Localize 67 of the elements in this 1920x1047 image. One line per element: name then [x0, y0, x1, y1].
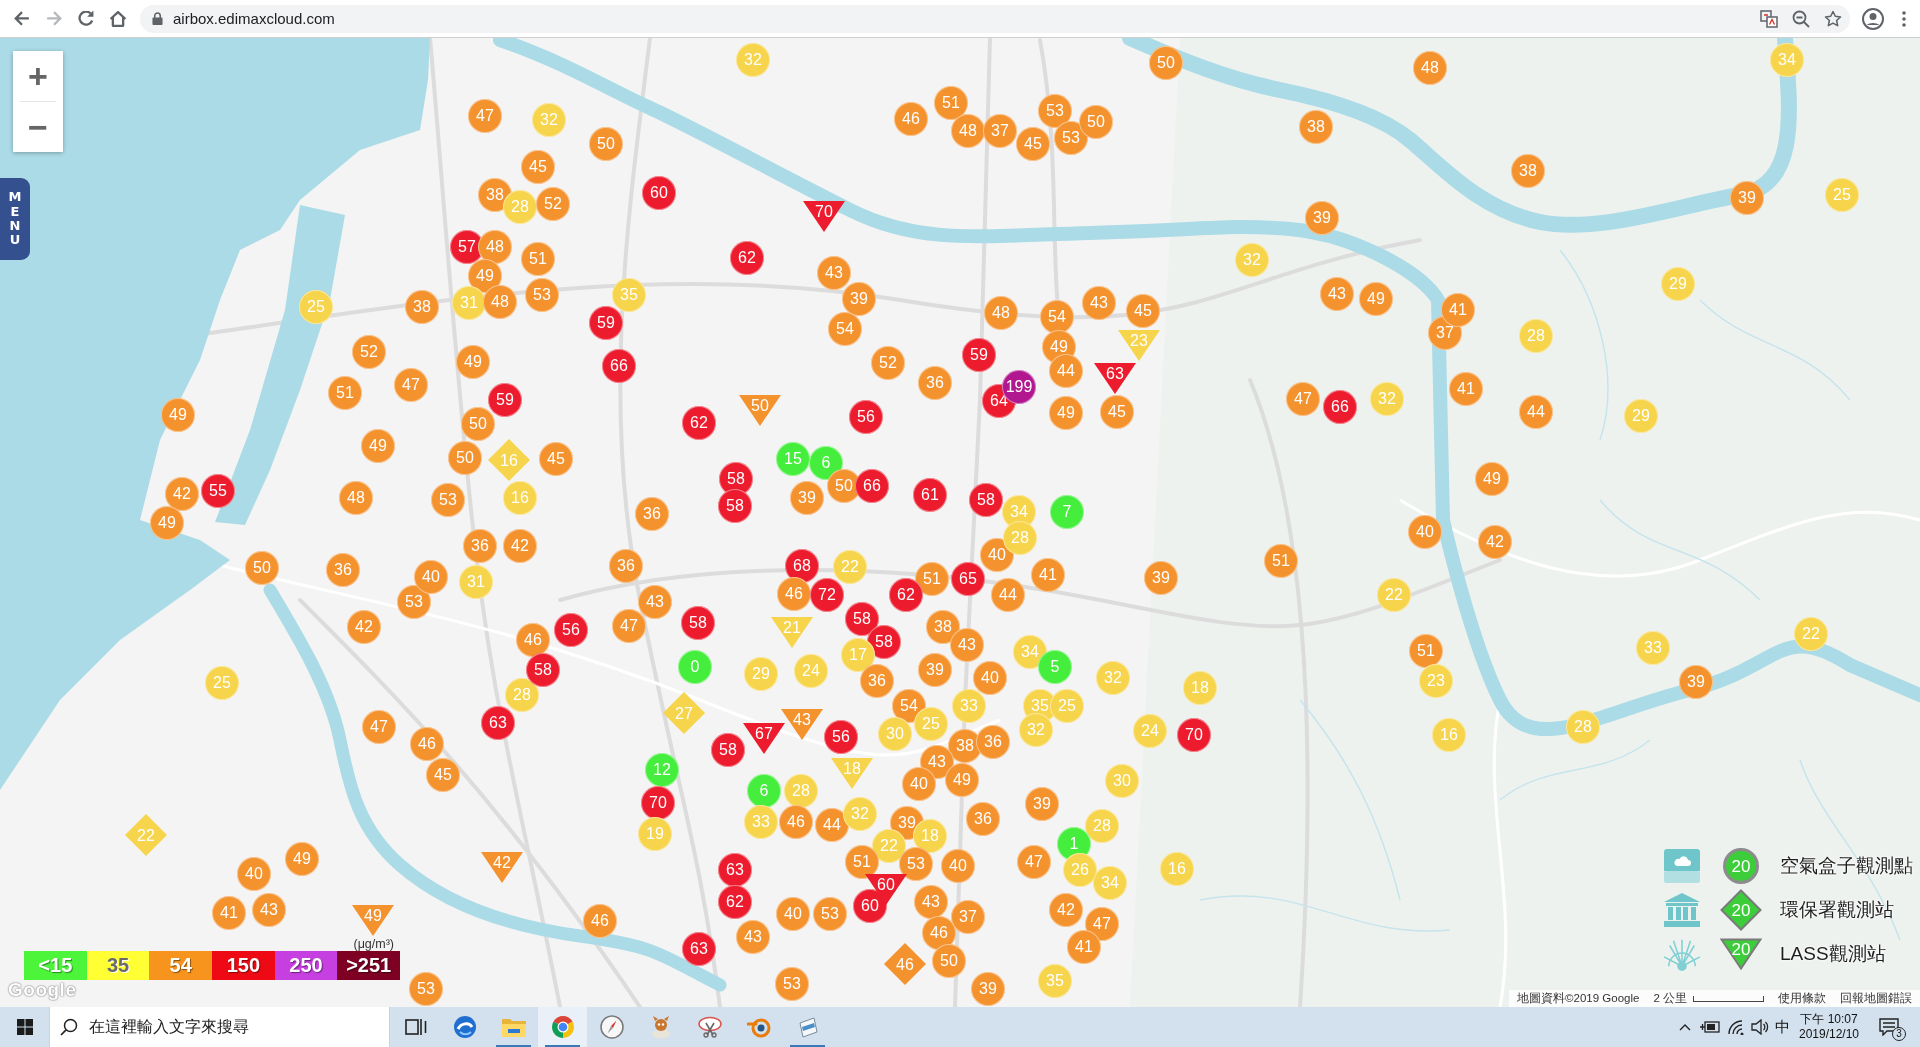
- address-bar[interactable]: airbox.edimaxcloud.com: [140, 4, 1850, 33]
- legend-marker: 20: [1720, 889, 1762, 931]
- profile-icon[interactable]: [1862, 7, 1884, 30]
- triangle-station-marker[interactable]: 63: [1094, 362, 1136, 394]
- zoom-out-button[interactable]: −: [13, 102, 63, 152]
- clock-time[interactable]: 下午 10:07: [1800, 1012, 1858, 1027]
- zoom-out-icon[interactable]: [1792, 9, 1810, 28]
- diamond-station-marker[interactable]: 22: [125, 814, 167, 856]
- scissors-icon[interactable]: [696, 1016, 723, 1038]
- diamond-station-marker[interactable]: 27: [663, 692, 705, 734]
- start-icon[interactable]: [16, 1019, 33, 1035]
- map-provider-logo: Google: [8, 979, 77, 1001]
- task-view-icon[interactable]: [404, 1018, 427, 1036]
- triangle-station-marker[interactable]: 21: [771, 616, 813, 648]
- building-icon: [1664, 893, 1700, 927]
- cloud-device-icon: [1664, 849, 1700, 883]
- home-icon[interactable]: [110, 10, 126, 27]
- triangle-station-marker[interactable]: 18: [831, 757, 873, 789]
- unit-label: (μg/m³): [353, 937, 395, 951]
- legend-label: 環保署觀測站: [1780, 898, 1894, 922]
- color-scale-band: 54: [149, 951, 212, 980]
- wifi-icon[interactable]: [1727, 1019, 1745, 1035]
- report-error-link[interactable]: 回報地圖錯誤: [1840, 991, 1912, 1006]
- color-scale-band: >251: [337, 951, 401, 980]
- swirl-icon[interactable]: [452, 1015, 477, 1039]
- triangle-station-marker[interactable]: 70: [803, 200, 845, 232]
- active-app-highlight[interactable]: [538, 1007, 587, 1047]
- translate-icon[interactable]: [1760, 9, 1778, 28]
- triangle-station-marker[interactable]: 50: [739, 394, 781, 426]
- input-method-indicator[interactable]: 中: [1771, 1007, 1793, 1047]
- diamond-station-marker[interactable]: 16: [488, 439, 530, 481]
- ring-icon[interactable]: [746, 1016, 771, 1038]
- color-scale-band: 150: [212, 951, 275, 980]
- triangle-station-marker[interactable]: 23: [1118, 329, 1160, 361]
- diamond-station-marker[interactable]: 46: [884, 943, 926, 985]
- lock-icon: [152, 12, 163, 25]
- scale-bar: [1693, 995, 1764, 1002]
- notification-count: 3: [1892, 1027, 1906, 1041]
- legend-marker: 20: [1720, 938, 1762, 970]
- triangle-station-marker[interactable]: 67: [743, 722, 785, 754]
- battery-charging-icon[interactable]: [1700, 1020, 1720, 1034]
- triangle-station-marker[interactable]: 49: [352, 904, 394, 936]
- compass-icon[interactable]: [599, 1015, 624, 1039]
- back-icon[interactable]: [14, 10, 30, 27]
- color-scale-band: <15: [24, 951, 87, 980]
- search-icon: [60, 1018, 78, 1036]
- chevron-up-icon[interactable]: [1679, 1023, 1691, 1031]
- zoom-in-button[interactable]: +: [13, 51, 63, 101]
- triangle-station-marker[interactable]: 43: [781, 708, 823, 740]
- segmented-circle-icon[interactable]: [550, 1015, 575, 1039]
- bookmark-star-icon[interactable]: [1824, 9, 1842, 28]
- scale-label: 2 公里: [1653, 991, 1687, 1006]
- color-scale-band: 250: [274, 951, 338, 980]
- folder-icon[interactable]: [501, 1017, 526, 1037]
- speaker-icon[interactable]: [1751, 1019, 1769, 1035]
- terms-link[interactable]: 使用條款: [1778, 991, 1826, 1006]
- legend-label: LASS觀測站: [1780, 942, 1886, 966]
- map-data-credit: 地圖資料©2019 Google: [1517, 991, 1640, 1006]
- reload-icon[interactable]: [78, 10, 94, 27]
- triangle-station-marker[interactable]: 42: [481, 851, 523, 883]
- menu-tab[interactable]: MENU: [0, 178, 30, 260]
- legend-label: 空氣盒子觀測點: [1780, 854, 1913, 878]
- search-field[interactable]: 在這裡輸入文字來搜尋: [49, 1007, 390, 1047]
- clock-date[interactable]: 2019/12/10: [1798, 1027, 1860, 1042]
- sunburst-icon: [1663, 937, 1701, 971]
- color-scale-band: 35: [86, 951, 150, 980]
- more-menu-icon[interactable]: [1902, 10, 1906, 27]
